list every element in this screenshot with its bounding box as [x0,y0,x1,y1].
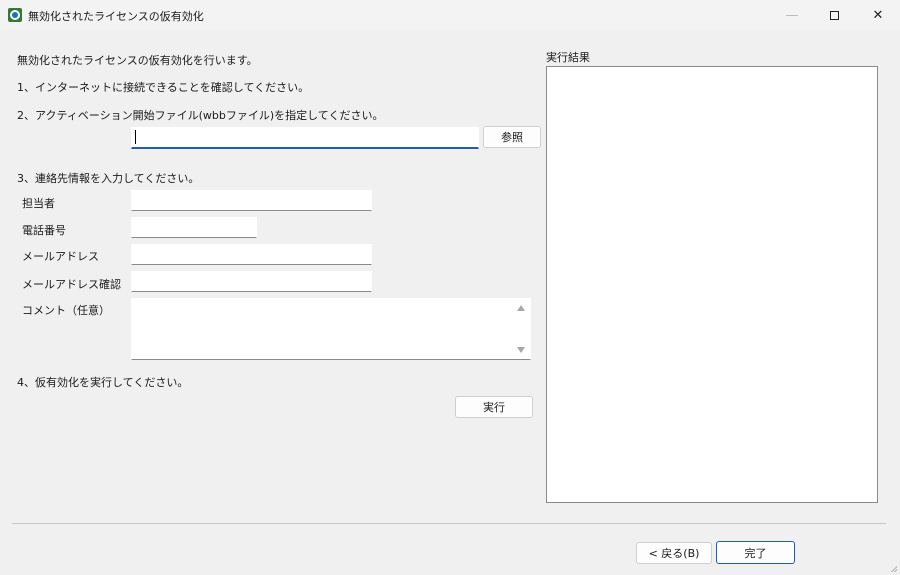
step4-text: 4、仮有効化を実行してください。 [17,376,189,389]
step2-text: 2、アクティベーション開始ファイル(wbbファイル)を指定してください。 [17,109,384,122]
email-input[interactable] [131,244,372,265]
footer-divider [12,523,886,524]
person-input[interactable] [131,190,372,211]
back-button[interactable]: < 戻る(B) [636,542,712,564]
phone-input[interactable] [131,217,257,238]
finish-button[interactable]: 完了 [716,541,795,564]
activation-file-input[interactable] [131,127,479,149]
close-button[interactable]: ✕ [856,0,900,30]
browse-button[interactable]: 参照 [483,126,541,148]
app-icon [8,8,22,22]
title-bar: 無効化されたライセンスの仮有効化 — ✕ [0,0,900,30]
step3-text: 3、連絡先情報を入力してください。 [17,172,200,185]
execute-button[interactable]: 実行 [455,396,533,418]
resize-grip-icon[interactable] [889,564,897,572]
maximize-button[interactable] [812,0,856,30]
email-label: メールアドレス [22,250,99,263]
comment-label: コメント（任意） [22,304,110,317]
maximize-icon [829,10,839,20]
scroll-down-arrow-icon[interactable] [517,347,525,353]
result-label: 実行結果 [546,51,590,64]
scroll-up-arrow-icon[interactable] [517,305,525,311]
window-title: 無効化されたライセンスの仮有効化 [28,10,204,23]
person-label: 担当者 [22,197,55,210]
intro-text: 無効化されたライセンスの仮有効化を行います。 [17,54,258,67]
phone-label: 電話番号 [22,224,66,237]
result-output[interactable] [546,66,878,503]
comment-textarea[interactable] [131,298,531,360]
step1-text: 1、インターネットに接続できることを確認してください。 [17,81,310,94]
email-confirm-input[interactable] [131,271,372,292]
text-caret [135,130,136,144]
email-confirm-label: メールアドレス確認 [22,278,121,291]
minimize-button[interactable]: — [770,0,814,30]
